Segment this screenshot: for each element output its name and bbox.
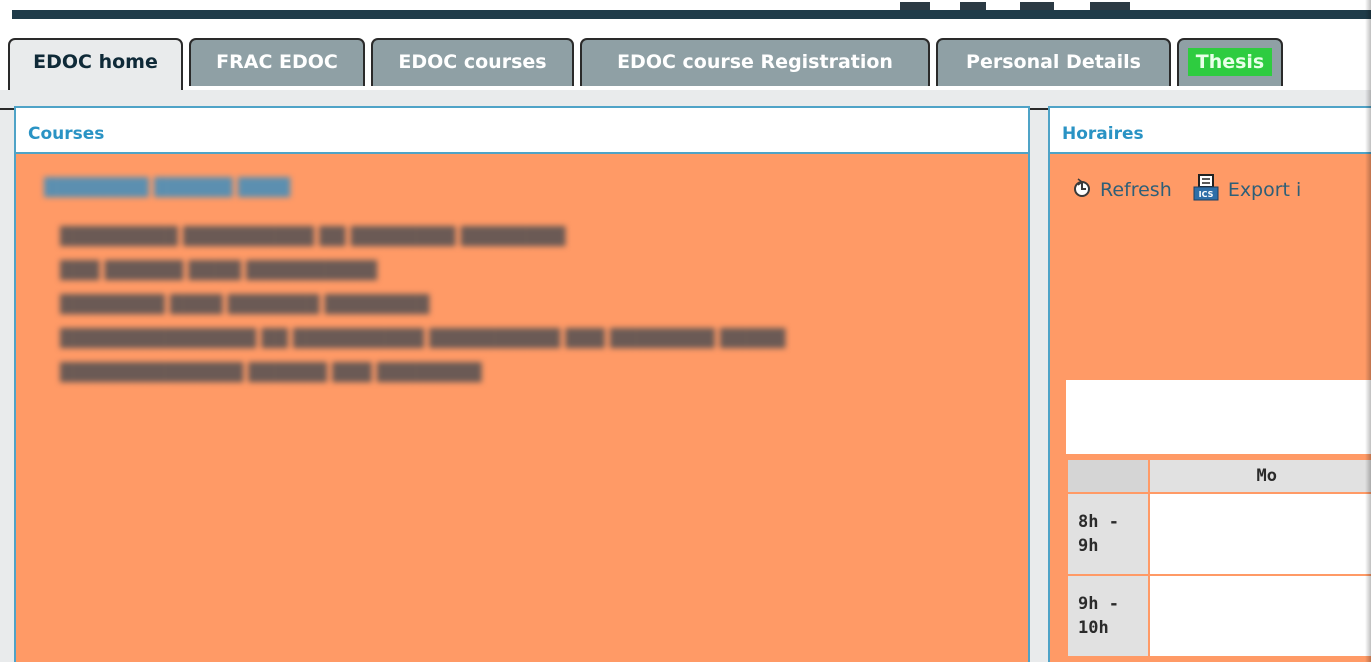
timetable: Mo 8h - 9h 9h - 10h bbox=[1066, 458, 1371, 658]
course-program-heading-redacted: ████████ ██████ ████ bbox=[44, 178, 291, 198]
list-item: ███████████████ ██ ██████████ ██████████… bbox=[60, 329, 786, 349]
list-item: ███ ██████ ████ ██████████ bbox=[60, 261, 377, 281]
top-banner bbox=[0, 0, 1371, 22]
tab-edoc-courses[interactable]: EDOC courses bbox=[371, 38, 574, 86]
time-slot[interactable] bbox=[1147, 492, 1371, 576]
hour-label: 8h - 9h bbox=[1066, 492, 1150, 576]
list-item: ████████ ████ ███████ ████████ bbox=[60, 295, 430, 315]
banner-logo-fragment bbox=[900, 0, 1160, 10]
window-edge-shadow bbox=[1365, 0, 1371, 662]
tab-edoc-home[interactable]: EDOC home bbox=[8, 38, 183, 90]
schedule-info-box bbox=[1066, 380, 1371, 454]
tab-label: FRAC EDOC bbox=[216, 51, 338, 73]
tab-label: EDOC courses bbox=[398, 51, 547, 73]
tab-frac-edoc[interactable]: FRAC EDOC bbox=[189, 38, 365, 86]
banner-bar bbox=[12, 10, 1371, 19]
table-row: 9h - 10h bbox=[1066, 574, 1371, 658]
refresh-button[interactable]: Refresh bbox=[1072, 178, 1172, 203]
course-list-redacted: █████████ ██████████ ██ ████████ ███████… bbox=[60, 220, 785, 390]
hour-start: 8h - bbox=[1078, 512, 1119, 532]
schedule-panel-title: Horaires bbox=[1062, 124, 1144, 144]
hour-end: 9h bbox=[1078, 536, 1099, 556]
tab-bar: EDOC home FRAC EDOC EDOC courses EDOC co… bbox=[0, 22, 1371, 110]
tab-label: Personal Details bbox=[966, 51, 1141, 73]
tab-thesis[interactable]: Thesis bbox=[1177, 38, 1283, 86]
list-item: █████████ ██████████ ██ ████████ ███████… bbox=[60, 227, 566, 247]
tab-personal-details[interactable]: Personal Details bbox=[936, 38, 1171, 86]
timetable-corner bbox=[1066, 458, 1150, 494]
tab-label: EDOC home bbox=[33, 51, 158, 73]
export-ics-button[interactable]: ICS Export i bbox=[1192, 174, 1302, 207]
tab-label: EDOC course Registration bbox=[617, 51, 893, 73]
app-window: EDOC home FRAC EDOC EDOC courses EDOC co… bbox=[0, 0, 1371, 662]
courses-panel-header: Courses bbox=[16, 108, 1028, 154]
export-label: Export i bbox=[1227, 179, 1302, 201]
hour-end: 10h bbox=[1078, 618, 1109, 638]
schedule-panel: Horaires Refresh ICS Export i Mo 8h - 9h… bbox=[1048, 106, 1371, 662]
table-row: 8h - 9h bbox=[1066, 492, 1371, 576]
timetable-header-row: Mo bbox=[1066, 458, 1371, 494]
refresh-icon bbox=[1072, 178, 1092, 203]
hour-start: 9h - bbox=[1078, 594, 1119, 614]
time-slot[interactable] bbox=[1147, 574, 1371, 658]
day-header: Mo bbox=[1147, 458, 1371, 494]
refresh-label: Refresh bbox=[1100, 179, 1172, 201]
courses-panel-title: Courses bbox=[28, 124, 105, 144]
schedule-panel-header: Horaires bbox=[1050, 108, 1371, 154]
courses-panel: Courses ████████ ██████ ████ █████████ █… bbox=[14, 106, 1030, 662]
schedule-toolbar: Refresh ICS Export i bbox=[1072, 174, 1315, 204]
ics-file-icon: ICS bbox=[1192, 174, 1220, 207]
svg-text:ICS: ICS bbox=[1198, 190, 1213, 199]
list-item: ██████████████ ██████ ███ ████████ bbox=[60, 363, 482, 383]
hour-label: 9h - 10h bbox=[1066, 574, 1150, 658]
tab-edoc-course-registration[interactable]: EDOC course Registration bbox=[580, 38, 930, 86]
tab-label: Thesis bbox=[1187, 48, 1273, 76]
